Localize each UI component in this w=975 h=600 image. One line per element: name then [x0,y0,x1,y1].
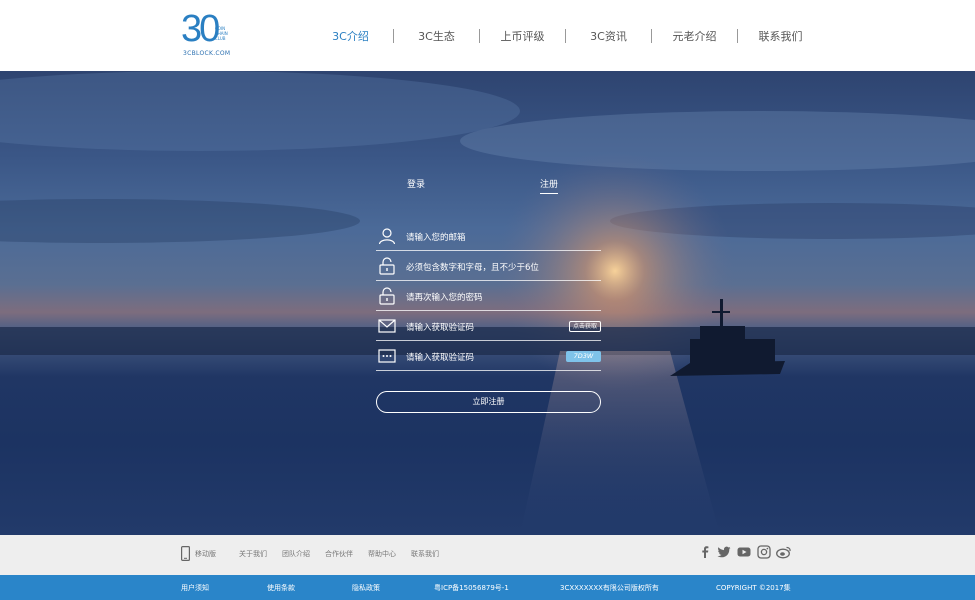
twitter-icon[interactable] [717,545,731,559]
team-link[interactable]: 团队介绍 [282,549,310,559]
nav-item-3c-news[interactable]: 3C资讯 [566,28,651,44]
mail-icon [378,319,396,333]
copyright-notice: COPYRIGHT ©2017集 [716,584,791,592]
company-copyright: 3CXXXXXXX有限公司版权所有 [560,584,659,592]
footer-bottom-bar: 用户须知 使用条款 隐私政策 粤ICP备15056879号-1 3CXXXXXX… [0,575,975,600]
user-icon [378,228,396,245]
lock-icon [379,257,395,275]
mobile-icon [181,546,190,561]
confirm-password-placeholder: 请再次输入您的密码 [406,293,483,303]
email-field[interactable]: 请输入您的邮箱 [376,221,601,251]
weibo-icon[interactable] [776,545,792,559]
user-notice-link[interactable]: 用户须知 [181,583,209,593]
nav-item-3c-intro[interactable]: 3C介绍 [308,28,393,44]
tab-login[interactable]: 登录 [407,177,425,190]
privacy-link[interactable]: 隐私政策 [352,583,380,593]
main-nav: 3C介绍 3C生态 上币评级 3C资讯 元老介绍 联系我们 [308,0,823,71]
nav-item-contact[interactable]: 联系我们 [738,28,823,44]
partners-link[interactable]: 合作伙伴 [325,549,353,559]
nav-item-coin-rating[interactable]: 上币评级 [480,28,565,44]
captcha-placeholder: 请输入获取验证码 [406,353,475,363]
logo-domain: 3CBLOCK.COM [183,50,231,57]
terms-link[interactable]: 使用条款 [267,583,295,593]
contact-link[interactable]: 联系我们 [411,549,439,559]
email-placeholder: 请输入您的邮箱 [406,233,466,243]
lock-icon [379,287,395,305]
nav-item-founders[interactable]: 元老介绍 [652,28,737,44]
icp-license: 粤ICP备15056879号-1 [434,584,509,592]
password-placeholder: 必须包含数字和字母，且不少于6位 [406,263,539,273]
register-submit-button[interactable]: 立即注册 [376,391,601,413]
email-code-placeholder: 请输入获取验证码 [406,323,475,333]
logo[interactable]: 30 COIN CHAIN CLUB 3CBLOCK.COM [181,10,231,58]
youtube-icon[interactable] [737,545,751,559]
captcha-image[interactable]: 7D3W [566,351,601,362]
about-link[interactable]: 关于我们 [239,549,267,559]
logo-tagline: COIN CHAIN CLUB [215,26,228,41]
instagram-icon[interactable] [757,545,771,559]
site-header: 30 COIN CHAIN CLUB 3CBLOCK.COM 3C介绍 3C生态… [0,0,975,71]
password-field[interactable]: 必须包含数字和字母，且不少于6位 [376,251,601,281]
tab-register[interactable]: 注册 [540,177,558,190]
logo-mark: 30 [181,8,220,50]
facebook-icon[interactable] [698,545,712,559]
captcha-field[interactable]: 请输入获取验证码 7D3W [376,341,601,371]
captcha-icon [378,349,396,363]
mobile-version-link[interactable]: 移动版 [195,549,216,559]
confirm-password-field[interactable]: 请再次输入您的密码 [376,281,601,311]
hero-background: 登录 注册 请输入您的邮箱 必须包含数字和字母，且不少于6位 请再次输入您的密码… [0,71,975,535]
get-code-button[interactable]: 点击获取 [568,321,601,332]
email-code-field[interactable]: 请输入获取验证码 点击获取 [376,311,601,341]
footer-links-bar: 移动版 关于我们 团队介绍 合作伙伴 帮助中心 联系我们 [0,535,975,575]
nav-item-3c-ecosystem[interactable]: 3C生态 [394,28,479,44]
active-tab-indicator [540,193,558,194]
help-center-link[interactable]: 帮助中心 [368,549,396,559]
